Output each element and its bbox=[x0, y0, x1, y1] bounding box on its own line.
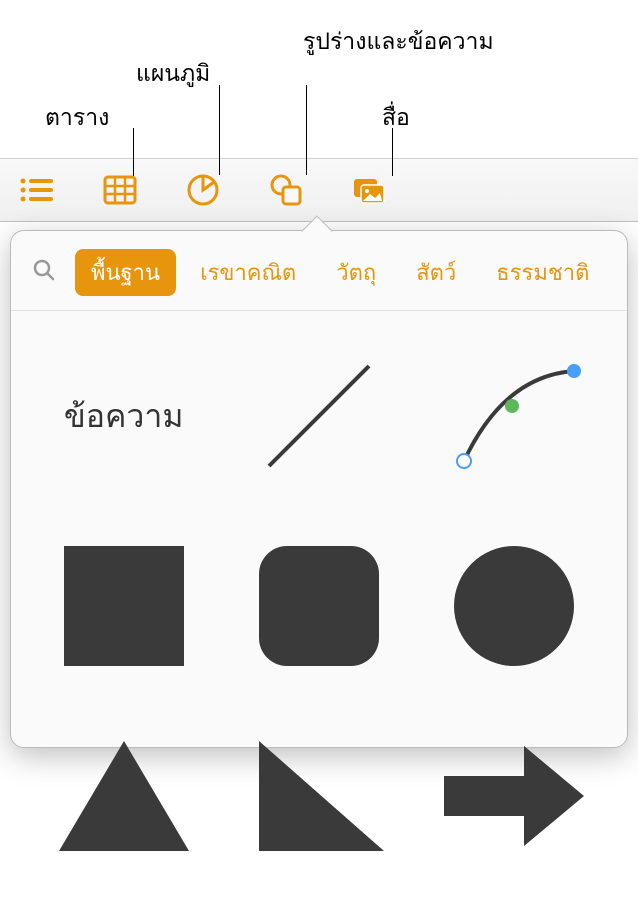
callout-table-label: ตาราง bbox=[45, 100, 109, 136]
shape-curve[interactable] bbox=[432, 331, 597, 501]
media-icon bbox=[350, 171, 388, 209]
list-button[interactable] bbox=[18, 171, 56, 209]
category-tab-nature[interactable]: ธรรมชาติ bbox=[480, 249, 605, 296]
category-tab-animals[interactable]: สัตว์ bbox=[400, 249, 472, 296]
shape-line[interactable] bbox=[236, 331, 401, 501]
callout-annotations: ตาราง แผนภูมิ รูปร่างและข้อความ สื่อ bbox=[0, 0, 638, 160]
media-button[interactable] bbox=[350, 171, 388, 209]
category-tab-objects[interactable]: วัตถุ bbox=[320, 249, 392, 296]
circle-icon bbox=[449, 541, 579, 671]
shape-triangle[interactable] bbox=[41, 711, 206, 881]
search-icon[interactable] bbox=[31, 257, 57, 288]
shape-right-triangle[interactable] bbox=[236, 711, 401, 881]
shape-rounded-square[interactable] bbox=[236, 521, 401, 691]
shape-icon bbox=[267, 171, 305, 209]
triangle-icon bbox=[54, 736, 194, 856]
callout-media-line bbox=[392, 128, 393, 176]
category-tab-basic[interactable]: พื้นฐาน bbox=[75, 249, 176, 296]
category-tab-geometry[interactable]: เรขาคณิต bbox=[184, 249, 312, 296]
shape-square[interactable] bbox=[41, 521, 206, 691]
chart-icon bbox=[184, 171, 222, 209]
chart-button[interactable] bbox=[184, 171, 222, 209]
callout-chart-label: แผนภูมิ bbox=[136, 56, 210, 92]
curve-icon bbox=[444, 346, 584, 486]
shape-circle[interactable] bbox=[432, 521, 597, 691]
arrow-icon bbox=[439, 736, 589, 856]
shape-arrow[interactable] bbox=[432, 711, 597, 881]
list-icon bbox=[18, 171, 56, 209]
shapes-popover: พื้นฐาน เรขาคณิต วัตถุ สัตว์ ธรรมชาติ ข้… bbox=[10, 230, 628, 748]
rounded-square-icon bbox=[254, 541, 384, 671]
shape-text[interactable]: ข้อความ bbox=[41, 331, 206, 501]
callout-chart-line bbox=[219, 85, 220, 175]
table-button[interactable] bbox=[101, 171, 139, 209]
callout-table-line bbox=[133, 128, 134, 176]
square-icon bbox=[59, 541, 189, 671]
table-icon bbox=[101, 171, 139, 209]
right-triangle-icon bbox=[249, 736, 389, 856]
callout-shapes-line bbox=[306, 85, 307, 175]
line-icon bbox=[249, 346, 389, 486]
shape-button[interactable] bbox=[267, 171, 305, 209]
callout-shapes-label-1: รูปร่างและข้อความ bbox=[303, 24, 494, 60]
toolbar bbox=[0, 158, 638, 222]
callout-media-label: สื่อ bbox=[382, 100, 410, 136]
shapes-grid: ข้อความ bbox=[11, 311, 627, 901]
text-shape-label: ข้อความ bbox=[64, 391, 184, 442]
